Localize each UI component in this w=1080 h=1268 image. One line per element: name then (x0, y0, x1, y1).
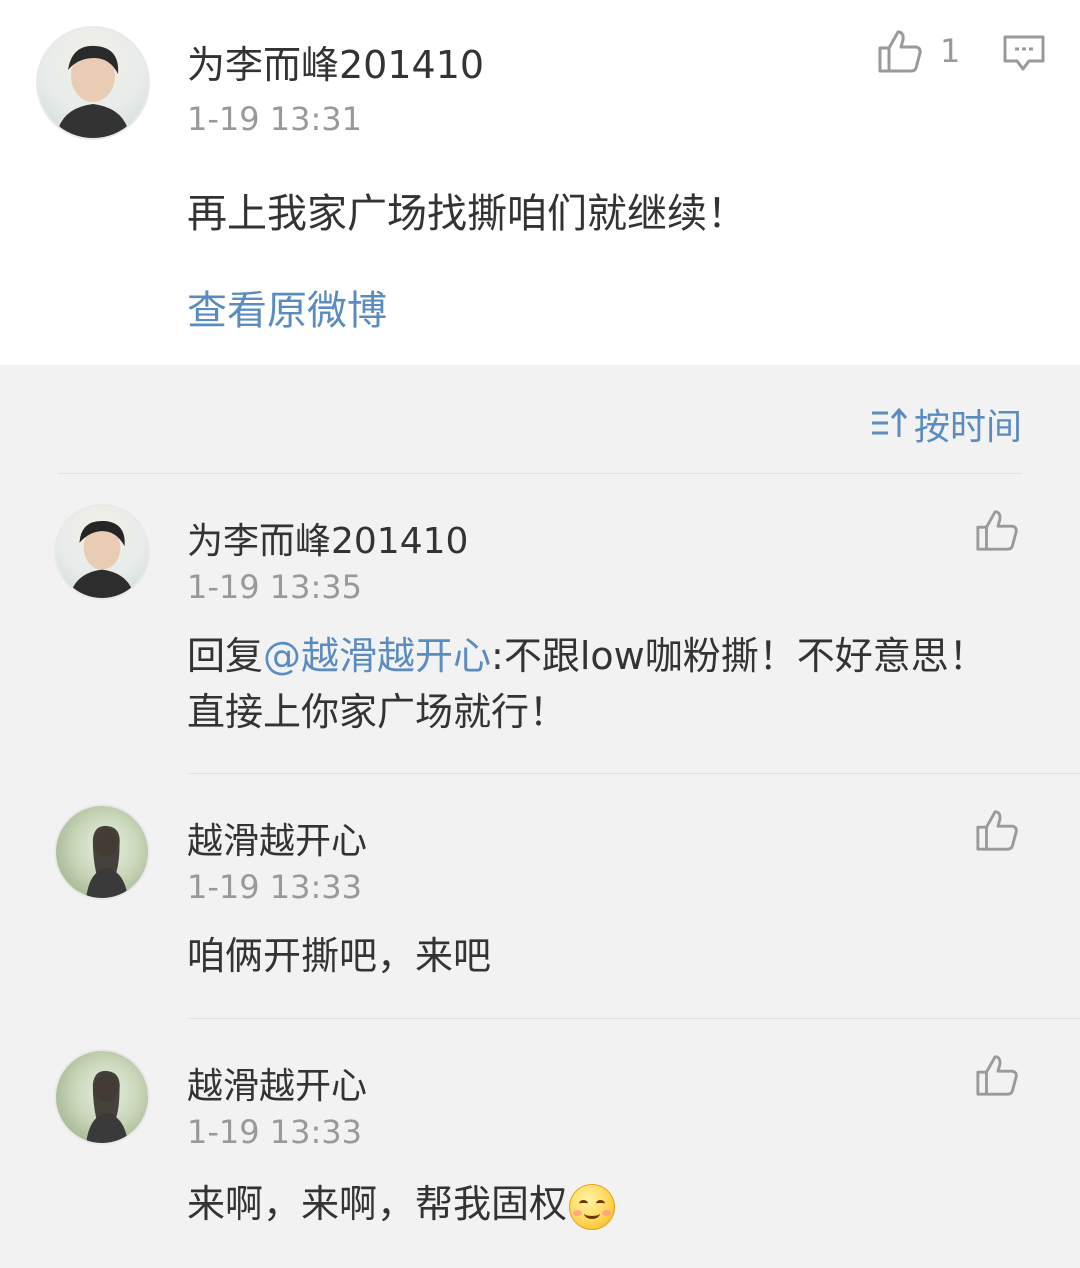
comment-icon (1003, 35, 1045, 71)
person-icon (86, 825, 128, 898)
sort-label: 按时间 (913, 407, 1022, 448)
mention-link[interactable]: @越滑越开心 (263, 634, 491, 678)
comment-content: 来啊，来啊，帮我固权 (187, 1176, 616, 1232)
comment-author[interactable]: 越滑越开心 (187, 812, 367, 864)
comment-author[interactable]: 越滑越开心 (187, 1057, 367, 1109)
reply-prefix: 回复 (187, 634, 264, 678)
person-icon (86, 1070, 128, 1143)
comment-content: 咱俩开撕吧，来吧 (187, 934, 492, 978)
thumbs-up-icon (976, 1055, 1018, 1096)
comment-content: 回复@越滑越开心:不跟low咖粉撕！不好意思！直接上你家广场就行！ (187, 628, 987, 740)
divider (187, 773, 1080, 774)
smile-emoji-icon (569, 1183, 616, 1230)
thumbs-up-icon (976, 810, 1018, 851)
divider (58, 473, 1022, 474)
view-original-link[interactable]: 查看原微博 (187, 278, 387, 336)
thumbs-up-icon (878, 30, 922, 73)
post-time: 1-19 13:31 (187, 100, 363, 138)
comment-button[interactable] (1002, 34, 1046, 74)
divider (187, 1018, 1080, 1019)
comment-time: 1-19 13:33 (187, 1113, 363, 1151)
comment-text: 来啊，来啊，帮我固权 (187, 1182, 568, 1226)
sort-icon (871, 407, 908, 437)
comment-like-button[interactable] (974, 1053, 1020, 1097)
thumbs-up-icon (976, 510, 1018, 551)
comment-like-button[interactable] (974, 808, 1020, 852)
person-icon (69, 520, 135, 598)
avatar[interactable] (54, 804, 150, 900)
comment-time: 1-19 13:33 (187, 868, 363, 906)
comment-like-button[interactable] (974, 508, 1020, 552)
post-card: 为李而峰201410 1-19 13:31 1 再上我家广场找撕咱们就继续！ 查… (0, 0, 1080, 365)
avatar[interactable] (54, 1049, 150, 1145)
comment-time: 1-19 13:35 (187, 568, 363, 606)
post-content: 再上我家广场找撕咱们就继续！ (187, 191, 747, 237)
sort-by-time-button[interactable]: 按时间 (870, 398, 1022, 450)
post-like-count: 1 (940, 32, 961, 70)
post-like-button[interactable]: 1 (876, 28, 976, 76)
comment-author[interactable]: 为李而峰201410 (187, 512, 468, 564)
avatar[interactable] (36, 26, 150, 140)
avatar[interactable] (54, 504, 150, 600)
post-author[interactable]: 为李而峰201410 (187, 34, 484, 89)
person-icon (56, 45, 130, 138)
